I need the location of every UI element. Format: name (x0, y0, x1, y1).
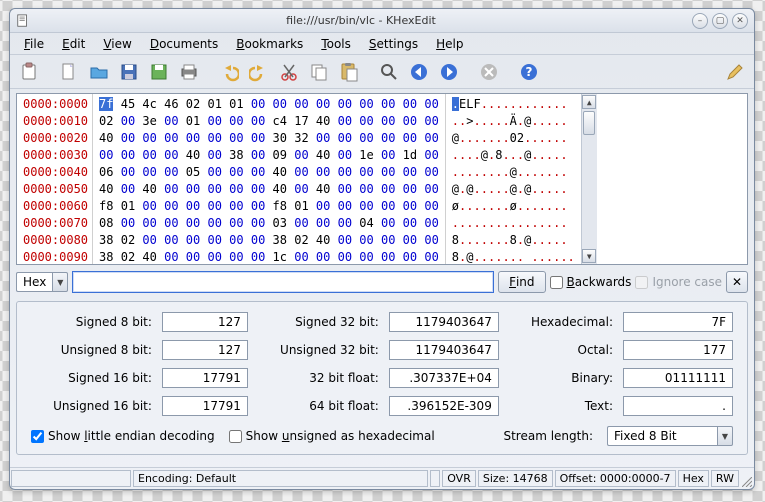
revert-icon[interactable] (146, 59, 172, 85)
backwards-checkbox[interactable]: Backwards (550, 275, 632, 289)
menu-edit[interactable]: Edit (54, 35, 93, 53)
open-file-icon[interactable] (86, 59, 112, 85)
toolbar: ? (10, 55, 754, 89)
statusbar: Encoding: Default OVR Size: 14768 Offset… (10, 467, 754, 489)
copy-icon[interactable] (306, 59, 332, 85)
value-f32: .307337E+04 (389, 368, 499, 388)
value-u8: 127 (162, 340, 248, 360)
chevron-down-icon[interactable]: ▼ (52, 272, 68, 292)
label-f32: 32 bit float: (258, 371, 379, 385)
offset-gutter: 0000:0000 0000:0010 0000:0020 0000:0030 … (17, 94, 93, 264)
ignore-case-checkbox: Ignore case (635, 275, 722, 289)
label-u8: Unsigned 8 bit: (31, 343, 152, 357)
hex-bytes[interactable]: 7f 45 4c 46 02 01 01 00 00 00 00 00 00 0… (93, 94, 446, 264)
tool-clipboard-icon[interactable] (16, 59, 42, 85)
close-button[interactable]: ✕ (732, 13, 748, 29)
resize-grip-icon[interactable] (740, 468, 754, 489)
label-u32: Unsigned 32 bit: (258, 343, 379, 357)
menu-tools[interactable]: Tools (313, 35, 359, 53)
find-button[interactable]: Find (498, 271, 545, 293)
value-hex: 7F (623, 312, 733, 332)
value-f64: .396152E-309 (389, 396, 499, 416)
menubar: File Edit View Documents Bookmarks Tools… (10, 33, 754, 55)
find-input[interactable] (72, 271, 494, 293)
scrollbar[interactable]: ▲ ▼ (581, 94, 597, 264)
status-offset: Offset: 0000:0000-7 (555, 470, 676, 487)
value-u16: 17791 (162, 396, 248, 416)
value-s16: 17791 (162, 368, 248, 388)
titlebar[interactable]: file:///usr/bin/vlc - KHexEdit – ▢ ✕ (10, 9, 754, 33)
unsigned-hex-checkbox[interactable]: Show unsigned as hexadecimal (229, 429, 435, 443)
find-bar: Hex ▼ Find Backwards Ignore case ✕ (16, 271, 748, 293)
cut-icon[interactable] (276, 59, 302, 85)
menu-bookmarks[interactable]: Bookmarks (228, 35, 311, 53)
label-u16: Unsigned 16 bit: (31, 399, 152, 413)
minimize-button[interactable]: – (692, 13, 708, 29)
main-window: file:///usr/bin/vlc - KHexEdit – ▢ ✕ Fil… (9, 8, 755, 490)
value-oct: 177 (623, 340, 733, 360)
menu-view[interactable]: View (95, 35, 139, 53)
label-s32: Signed 32 bit: (258, 315, 379, 329)
label-f64: 64 bit float: (258, 399, 379, 413)
value-u32: 1179403647 (389, 340, 499, 360)
value-s8: 127 (162, 312, 248, 332)
paste-icon[interactable] (336, 59, 362, 85)
nav-forward-icon[interactable] (436, 59, 462, 85)
find-icon[interactable] (376, 59, 402, 85)
label-s16: Signed 16 bit: (31, 371, 152, 385)
value-s32: 1179403647 (389, 312, 499, 332)
window-title: file:///usr/bin/vlc - KHexEdit (34, 14, 688, 27)
scroll-down-icon[interactable]: ▼ (582, 249, 596, 263)
menu-settings[interactable]: Settings (361, 35, 426, 53)
redo-icon[interactable] (246, 59, 272, 85)
label-s8: Signed 8 bit: (31, 315, 152, 329)
maximize-button[interactable]: ▢ (712, 13, 728, 29)
find-mode-combo[interactable]: Hex ▼ (16, 272, 68, 292)
scroll-thumb[interactable] (583, 111, 595, 135)
help-icon[interactable]: ? (516, 59, 542, 85)
svg-text:?: ? (526, 65, 533, 79)
label-txt: Text: (509, 399, 613, 413)
menu-documents[interactable]: Documents (142, 35, 226, 53)
new-file-icon[interactable] (56, 59, 82, 85)
stream-length-combo[interactable]: Fixed 8 Bit ▼ (607, 426, 733, 446)
status-spacer (430, 470, 440, 487)
status-encoding: Encoding: Default (133, 470, 428, 487)
decode-panel: Signed 8 bit: 127 Signed 32 bit: 1179403… (16, 301, 748, 455)
status-empty (11, 470, 131, 487)
status-ovr[interactable]: OVR (442, 470, 476, 487)
find-mode-label: Hex (16, 272, 52, 292)
print-icon[interactable] (176, 59, 202, 85)
label-hex: Hexadecimal: (509, 315, 613, 329)
label-oct: Octal: (509, 343, 613, 357)
status-hexmode[interactable]: Hex (678, 470, 709, 487)
value-txt: . (623, 396, 733, 416)
edit-mode-icon[interactable] (722, 59, 748, 85)
hex-editor[interactable]: 0000:0000 0000:0010 0000:0020 0000:0030 … (16, 93, 748, 265)
status-rw[interactable]: RW (711, 470, 739, 487)
stream-length-value: Fixed 8 Bit (607, 426, 717, 446)
stop-icon[interactable] (476, 59, 502, 85)
label-bin: Binary: (509, 371, 613, 385)
chevron-down-icon[interactable]: ▼ (717, 426, 733, 446)
value-bin: 01111111 (623, 368, 733, 388)
little-endian-checkbox[interactable]: Show little endian decoding (31, 429, 215, 443)
findbar-close-icon[interactable]: ✕ (726, 271, 748, 293)
status-size: Size: 14768 (478, 470, 553, 487)
scroll-up-icon[interactable]: ▲ (582, 95, 596, 109)
save-icon[interactable] (116, 59, 142, 85)
nav-back-icon[interactable] (406, 59, 432, 85)
app-icon (16, 14, 30, 28)
menu-help[interactable]: Help (428, 35, 471, 53)
ascii-column[interactable]: .ELF..............>.....Ä.@.....@.......… (446, 94, 581, 264)
undo-icon[interactable] (216, 59, 242, 85)
stream-length-label: Stream length: (503, 429, 593, 443)
menu-file[interactable]: File (16, 35, 52, 53)
